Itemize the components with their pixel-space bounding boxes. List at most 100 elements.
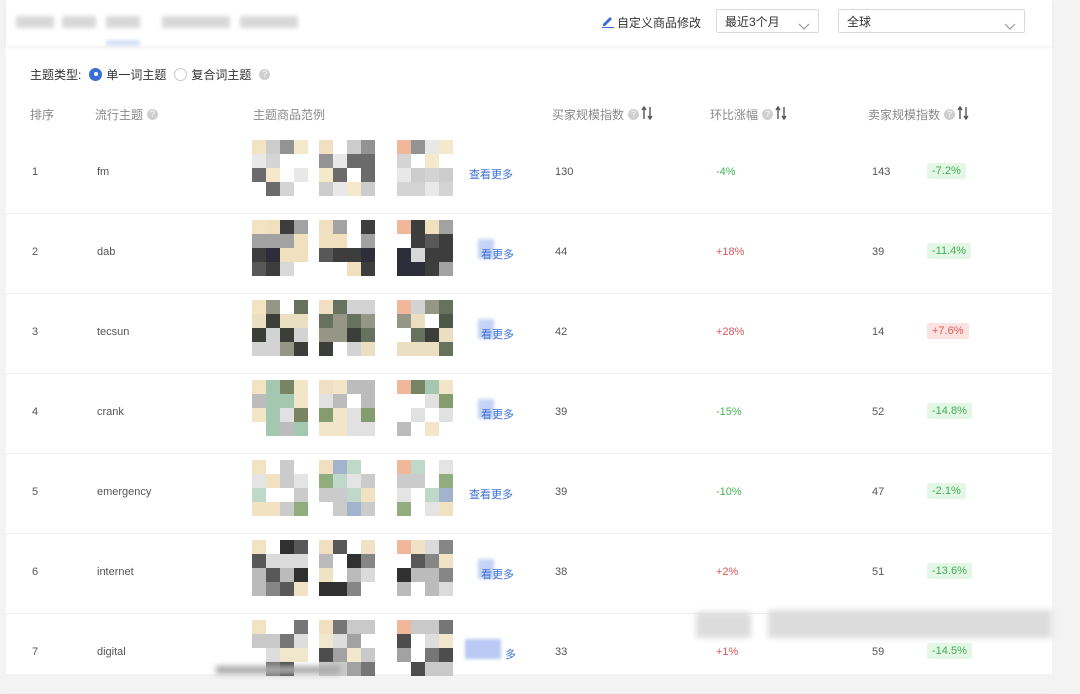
product-thumbnail[interactable] bbox=[319, 540, 377, 596]
theme-cell[interactable]: dab bbox=[97, 246, 115, 258]
product-thumbnail[interactable] bbox=[397, 460, 455, 516]
view-more-label: 多 bbox=[505, 649, 516, 661]
header-change-label: 环比涨幅 bbox=[710, 107, 759, 122]
product-thumbnail[interactable] bbox=[397, 380, 455, 436]
change-cell: +2% bbox=[716, 566, 739, 578]
seller-change-badge: -13.6% bbox=[927, 563, 972, 579]
question-circle-icon[interactable]: ? bbox=[628, 108, 640, 120]
blurred-watermark bbox=[768, 610, 1052, 638]
product-thumbnail[interactable] bbox=[252, 140, 310, 196]
product-thumbnail[interactable] bbox=[252, 300, 310, 356]
question-circle-icon[interactable]: ? bbox=[944, 108, 956, 120]
change-cell: +18% bbox=[716, 246, 745, 258]
view-more-link[interactable]: 多 bbox=[465, 639, 516, 662]
seller-index-cell: 14 bbox=[872, 326, 885, 338]
view-more-link[interactable]: 查看更多 bbox=[469, 486, 513, 502]
product-thumbnail[interactable] bbox=[397, 300, 455, 356]
blurred-tab[interactable] bbox=[62, 16, 96, 28]
sort-arrows-icon[interactable] bbox=[775, 105, 787, 124]
blurred-tab[interactable] bbox=[16, 16, 54, 28]
rank-cell: 1 bbox=[32, 166, 39, 178]
rank-cell: 4 bbox=[32, 406, 39, 418]
buyer-index-cell: 42 bbox=[555, 326, 568, 338]
custom-product-edit-link[interactable]: 自定义商品修改 bbox=[601, 14, 701, 30]
view-more-label: 看更多 bbox=[481, 569, 514, 581]
custom-edit-label: 自定义商品修改 bbox=[617, 15, 702, 30]
sort-arrows-icon[interactable] bbox=[641, 105, 653, 124]
radio-compound-word-label: 复合词主题 bbox=[191, 67, 252, 82]
product-thumbnail[interactable] bbox=[252, 380, 310, 436]
table-row: 6 internet 看更多 38 +2% 51 -13.6% bbox=[6, 534, 1052, 614]
theme-cell[interactable]: fm bbox=[97, 166, 109, 178]
radio-single-word[interactable]: 单一词主题 bbox=[89, 66, 166, 83]
product-thumbnail[interactable] bbox=[252, 220, 310, 276]
radio-compound-word[interactable]: 复合词主题 bbox=[174, 66, 251, 83]
product-thumbnail[interactable] bbox=[252, 460, 310, 516]
chevron-down-icon bbox=[1004, 16, 1016, 40]
question-circle-icon[interactable]: ? bbox=[147, 108, 159, 120]
seller-index-cell: 47 bbox=[872, 486, 885, 498]
question-circle-icon[interactable]: ? bbox=[259, 68, 271, 80]
header-change: 环比涨幅 ? bbox=[710, 105, 787, 124]
header-examples: 主题商品范例 bbox=[253, 106, 325, 122]
product-thumbnail[interactable] bbox=[319, 140, 377, 196]
seller-index-cell: 143 bbox=[872, 166, 891, 178]
view-more-link[interactable]: 看更多 bbox=[478, 239, 514, 262]
product-thumbnail[interactable] bbox=[397, 620, 455, 676]
blurred-watermark bbox=[696, 612, 751, 638]
rank-cell: 3 bbox=[32, 326, 39, 338]
product-thumbnail[interactable] bbox=[319, 220, 377, 276]
active-tab-indicator bbox=[106, 40, 140, 46]
radio-single-word-label: 单一词主题 bbox=[106, 67, 167, 82]
header-rank-label: 排序 bbox=[30, 107, 55, 122]
table-row: 1 fm 查看更多 130 -4% 143 -7.2% bbox=[6, 134, 1052, 214]
blurred-tab[interactable] bbox=[106, 16, 140, 28]
header-theme: 流行主题 ? bbox=[95, 106, 159, 122]
view-more-link[interactable]: 看更多 bbox=[478, 559, 514, 582]
rank-cell: 7 bbox=[32, 646, 39, 658]
seller-change-badge: -14.8% bbox=[927, 403, 972, 419]
region-value: 全球 bbox=[847, 15, 872, 29]
change-cell: -10% bbox=[716, 486, 742, 498]
seller-index-cell: 52 bbox=[872, 406, 885, 418]
main-panel: 自定义商品修改 最近3个月 全球 主题类型: 单一词主题 复合词主题 ? 排序 bbox=[6, 0, 1052, 694]
view-more-label: 看更多 bbox=[481, 409, 514, 421]
theme-cell[interactable]: crank bbox=[97, 406, 124, 418]
seller-index-cell: 51 bbox=[872, 566, 885, 578]
theme-cell[interactable]: internet bbox=[97, 566, 134, 578]
seller-change-badge: -2.1% bbox=[927, 483, 966, 499]
header-seller-index-label: 卖家规模指数 bbox=[868, 107, 941, 122]
product-thumbnail[interactable] bbox=[397, 140, 455, 196]
buyer-index-cell: 33 bbox=[555, 646, 568, 658]
product-thumbnail[interactable] bbox=[319, 380, 377, 436]
blurred-tab[interactable] bbox=[240, 16, 298, 28]
rank-cell: 6 bbox=[32, 566, 39, 578]
sort-arrows-icon[interactable] bbox=[957, 105, 969, 124]
view-more-label: 看更多 bbox=[481, 249, 514, 261]
table-row: 3 tecsun 看更多 42 +28% 14 +7.6% bbox=[6, 294, 1052, 374]
view-more-link[interactable]: 查看更多 bbox=[469, 166, 513, 182]
change-cell: -4% bbox=[716, 166, 736, 178]
seller-change-badge: -7.2% bbox=[927, 163, 966, 179]
blurred-tab[interactable] bbox=[162, 16, 230, 28]
product-thumbnail[interactable] bbox=[319, 300, 377, 356]
product-thumbnail[interactable] bbox=[397, 540, 455, 596]
theme-cell[interactable]: tecsun bbox=[97, 326, 129, 338]
header-buyer-index-label: 买家规模指数 bbox=[552, 107, 625, 122]
view-more-link[interactable]: 看更多 bbox=[478, 319, 514, 342]
theme-cell[interactable]: digital bbox=[97, 646, 126, 658]
question-circle-icon[interactable]: ? bbox=[762, 108, 774, 120]
view-more-link[interactable]: 看更多 bbox=[478, 399, 514, 422]
product-thumbnail[interactable] bbox=[252, 540, 310, 596]
product-thumbnail[interactable] bbox=[319, 460, 377, 516]
region-select[interactable]: 全球 bbox=[838, 9, 1025, 33]
header-buyer-index: 买家规模指数 ? bbox=[552, 105, 653, 124]
header-seller-index: 卖家规模指数 ? bbox=[868, 105, 969, 124]
theme-cell[interactable]: emergency bbox=[97, 486, 151, 498]
product-thumbnail[interactable] bbox=[397, 220, 455, 276]
change-cell: +1% bbox=[716, 646, 739, 658]
time-range-select[interactable]: 最近3个月 bbox=[716, 9, 819, 33]
buyer-index-cell: 44 bbox=[555, 246, 568, 258]
seller-index-cell: 39 bbox=[872, 246, 885, 258]
seller-change-badge: -11.4% bbox=[927, 243, 972, 259]
